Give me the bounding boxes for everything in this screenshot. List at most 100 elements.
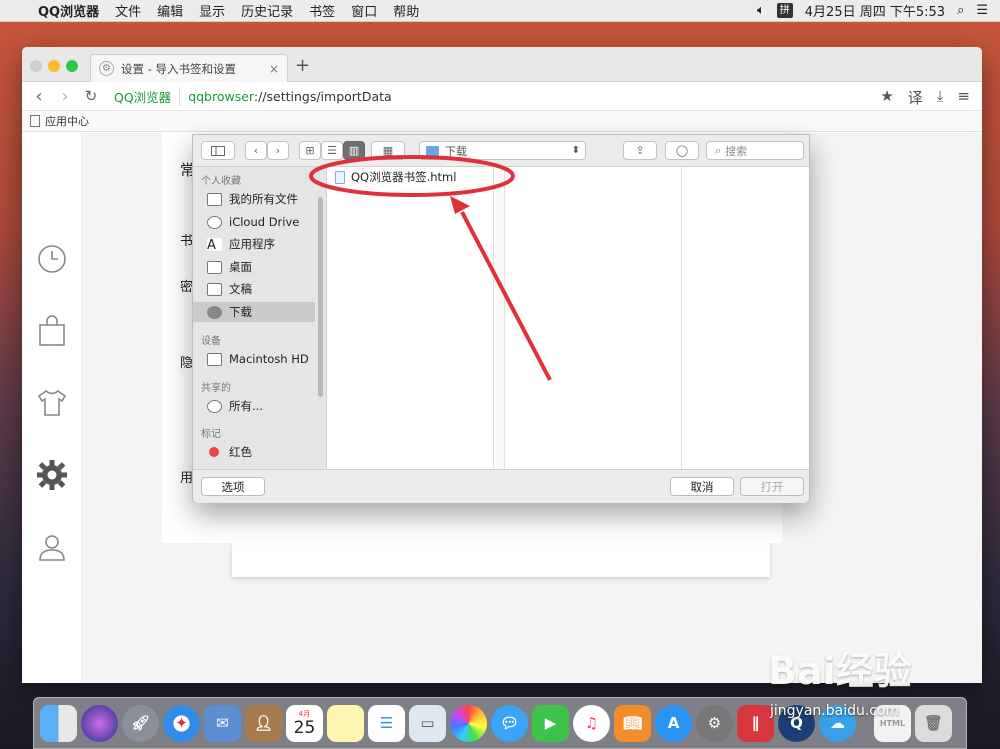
tag-icon[interactable]: ◯ — [665, 141, 699, 160]
file-column-2 — [506, 167, 682, 469]
trash-icon[interactable]: 🗑︎ — [915, 704, 952, 742]
section-favorites: 个人收藏 — [201, 176, 241, 187]
column-view-button[interactable]: ▥ — [343, 141, 365, 160]
translate-button[interactable]: 译 — [908, 87, 923, 108]
menu-help[interactable]: 帮助 — [385, 1, 427, 20]
url-field[interactable]: qqbrowser://settings/importData — [188, 89, 391, 104]
sidebar-item-icloud-drive[interactable]: iCloud Drive — [193, 212, 315, 232]
file-column-1 — [328, 167, 494, 469]
contacts-icon[interactable]: 👤︎ — [245, 704, 282, 742]
forward-icon[interactable]: › — [52, 86, 78, 107]
menu-app-name[interactable]: QQ浏览器 — [34, 1, 107, 20]
menu-edit[interactable]: 编辑 — [149, 1, 191, 20]
volume-icon[interactable]: 🔈︎ — [757, 3, 765, 18]
back-icon[interactable]: ‹ — [245, 141, 267, 160]
options-button[interactable]: 选项 — [201, 477, 265, 496]
sidebar-scrollbar[interactable] — [318, 197, 323, 397]
file-name: QQ浏览器书签.html — [351, 170, 457, 184]
column-resize-handle[interactable] — [495, 167, 505, 469]
section-devices: 设备 — [201, 336, 221, 347]
menu-window[interactable]: 窗口 — [343, 1, 385, 20]
shopping-bag-icon[interactable] — [36, 315, 68, 347]
list-view-button[interactable]: ☰ — [321, 141, 343, 160]
sidebar-item-tag-red[interactable]: 红色 — [193, 442, 315, 462]
menu-hamburger-icon[interactable]: ≡ — [957, 87, 970, 108]
ibooks-icon[interactable]: 📖︎ — [614, 704, 651, 742]
document-icon — [30, 115, 40, 127]
path-popup-label: 下载 — [445, 144, 467, 158]
icon-view-button[interactable]: ⊞ — [299, 141, 321, 160]
input-method-icon[interactable]: 拼 — [776, 3, 793, 18]
photos-icon[interactable] — [450, 704, 487, 742]
file-item-qq-bookmarks[interactable]: QQ浏览器书签.html — [335, 169, 456, 185]
applications-icon: A — [207, 237, 222, 253]
tab-settings[interactable]: ⚙ 设置 - 导入书签和设置 × — [90, 54, 288, 82]
sidebar-item-desktop[interactable]: 桌面 — [193, 257, 315, 277]
mail-icon[interactable]: ✉ — [204, 704, 241, 742]
app-store-icon[interactable]: A — [655, 704, 692, 742]
baidu-jingyan-watermark: Bai经验 — [768, 649, 912, 693]
menu-file[interactable]: 文件 — [107, 1, 149, 20]
sidebar-item-macintosh-hd[interactable]: Macintosh HD — [193, 349, 315, 369]
cloud-icon — [207, 215, 222, 229]
menu-view[interactable]: 显示 — [191, 1, 233, 20]
launchpad-rocket-icon[interactable]: 🚀︎ — [122, 704, 159, 742]
search-input[interactable]: ⌕ 搜索 — [706, 141, 804, 160]
sidebar-item-documents[interactable]: 文稿 — [193, 279, 315, 299]
notes-icon[interactable] — [327, 704, 364, 742]
settings-gear-icon[interactable] — [36, 459, 68, 491]
open-button[interactable]: 打开 — [740, 477, 804, 496]
spotlight-search-icon[interactable]: ⌕ — [957, 3, 964, 18]
html-file-icon — [335, 170, 345, 184]
sidebar-item-all-my-files[interactable]: 我的所有文件 — [193, 189, 315, 209]
messages-icon[interactable]: 💬︎ — [491, 704, 528, 742]
network-globe-icon — [207, 399, 222, 413]
music-icon[interactable]: ♫ — [573, 704, 610, 742]
zoom-window-button[interactable] — [66, 60, 78, 72]
sidebar-item-label: 桌面 — [229, 260, 252, 274]
star-bookmark-icon[interactable]: ★ — [880, 87, 893, 108]
user-account-icon[interactable] — [36, 531, 68, 563]
share-icon[interactable]: ⇪ — [623, 141, 657, 160]
history-clock-icon[interactable] — [36, 243, 68, 275]
dialog-sidebar: 个人收藏 我的所有文件 iCloud Drive A 应用程序 桌面 文稿 下载 … — [193, 167, 327, 469]
menu-history[interactable]: 历史记录 — [233, 1, 301, 20]
forward-icon[interactable]: › — [267, 141, 289, 160]
gallery-view-button[interactable]: ▦ — [371, 141, 405, 160]
notification-center-icon[interactable]: ☰ — [976, 3, 988, 18]
path-popup[interactable]: 下载 ⬍ — [419, 141, 586, 160]
sidebar-item-label: 我的所有文件 — [229, 192, 298, 206]
parallels-icon[interactable]: ∥ — [737, 704, 774, 742]
menu-bookmarks[interactable]: 书签 — [301, 1, 343, 20]
new-tab-button[interactable]: + — [295, 55, 310, 76]
sidebar-item-label: 文稿 — [229, 282, 252, 296]
facetime-icon[interactable]: ▶ — [532, 704, 569, 742]
tshirt-skin-icon[interactable] — [36, 387, 68, 419]
preview-icon[interactable]: ▭ — [409, 704, 446, 742]
menubar-clock[interactable]: 4月25日 周四 下午5:53 — [805, 1, 945, 20]
reminders-icon[interactable]: ☰ — [368, 704, 405, 742]
siri-icon[interactable] — [81, 704, 118, 742]
address-bar: ‹ › ↻ QQ浏览器 qqbrowser://settings/importD… — [22, 82, 982, 110]
calendar-icon[interactable]: 4月 25 — [286, 704, 323, 742]
sidebar-item-applications[interactable]: A 应用程序 — [193, 234, 315, 254]
cancel-button[interactable]: 取消 — [670, 477, 734, 496]
file-open-dialog: ‹ › ⊞ ☰ ▥ ▦ 下载 ⬍ ⇪ ◯ ⌕ 搜索 个人收藏 我的所有文件 iC… — [192, 134, 810, 503]
section-tags: 标记 — [201, 429, 221, 440]
system-preferences-gear-icon[interactable]: ⚙ — [696, 704, 733, 742]
sidebar-item-downloads[interactable]: 下载 — [193, 302, 315, 322]
dialog-footer: 选项 取消 打开 — [193, 469, 809, 503]
sidebar-toggle-button[interactable] — [201, 141, 235, 160]
minimize-window-button[interactable] — [48, 60, 60, 72]
reload-icon[interactable]: ↻ — [78, 87, 104, 105]
back-icon[interactable]: ‹ — [26, 86, 52, 107]
sidebar-item-shared-all[interactable]: 所有... — [193, 396, 315, 416]
download-icon[interactable]: ⤓ — [937, 87, 944, 108]
safari-compass-icon[interactable]: ✦ — [163, 704, 200, 742]
bookmark-app-center[interactable]: 应用中心 — [45, 113, 89, 129]
url-path: ://settings/importData — [253, 88, 392, 104]
tab-close-icon[interactable]: × — [269, 62, 279, 76]
close-window-button[interactable] — [30, 60, 42, 72]
finder-icon[interactable] — [40, 704, 77, 742]
browser-brand-label: QQ浏览器 — [114, 86, 181, 106]
